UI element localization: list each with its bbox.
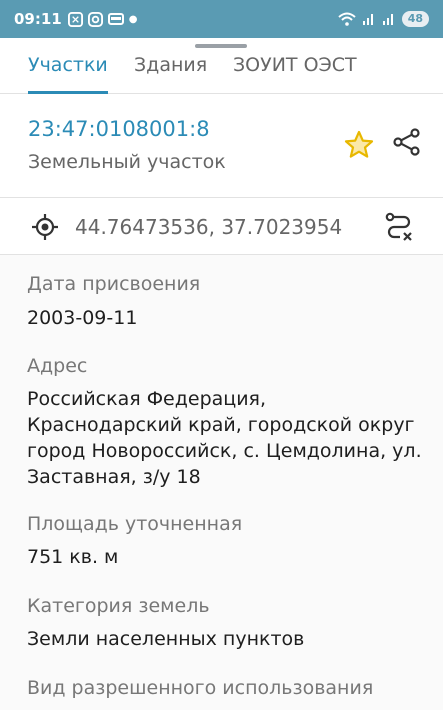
tab-zones[interactable]: ЗОУИТ ОЭСТ — [233, 48, 357, 94]
field-value-area: 751 кв. м — [27, 546, 119, 568]
star-icon[interactable] — [343, 129, 375, 161]
dot-icon: ● — [128, 13, 138, 25]
parcel-header: 23:47:0108001:8 Земельный участок — [0, 95, 443, 198]
signal-icon — [362, 14, 373, 25]
parcel-type: Земельный участок — [28, 151, 226, 173]
signal-icon-2 — [382, 14, 393, 25]
parcel-details: Дата присвоения 2003-09-11 Адрес Российс… — [0, 255, 443, 710]
field-value-land-category: Земли населенных пунктов — [27, 628, 305, 650]
tab-buildings[interactable]: Здания — [134, 48, 207, 94]
messenger-icon — [67, 11, 83, 27]
field-label-address: Адрес — [27, 355, 88, 377]
card-icon — [107, 13, 124, 25]
share-icon[interactable] — [392, 127, 422, 157]
coordinates-row: 44.76473536, 37.7023954 — [0, 199, 443, 255]
status-time: 09:11 — [14, 10, 62, 28]
field-label-assign-date: Дата присвоения — [27, 273, 201, 295]
status-bar: 09:11 ● 48 — [0, 0, 443, 38]
system-icons: 48 — [338, 11, 429, 27]
instagram-icon — [87, 11, 103, 27]
field-label-permitted-use: Вид разрешенного использования — [27, 677, 374, 699]
route-icon[interactable] — [384, 211, 414, 243]
tab-parcels[interactable]: Участки — [28, 48, 108, 94]
field-value-address: Российская Федерация, Краснодарский край… — [27, 388, 422, 488]
location-target-icon[interactable] — [31, 213, 59, 241]
notification-icons: ● — [67, 11, 138, 27]
cadastral-number[interactable]: 23:47:0108001:8 — [28, 117, 210, 141]
battery-indicator: 48 — [401, 11, 429, 27]
tab-bar: Участки Здания ЗОУИТ ОЭСТ — [0, 48, 443, 94]
coordinates-text[interactable]: 44.76473536, 37.7023954 — [75, 215, 342, 239]
field-value-assign-date: 2003-09-11 — [27, 307, 138, 329]
field-label-area: Площадь уточненная — [27, 513, 243, 535]
wifi-icon — [338, 12, 356, 26]
field-label-land-category: Категория земель — [27, 595, 210, 617]
